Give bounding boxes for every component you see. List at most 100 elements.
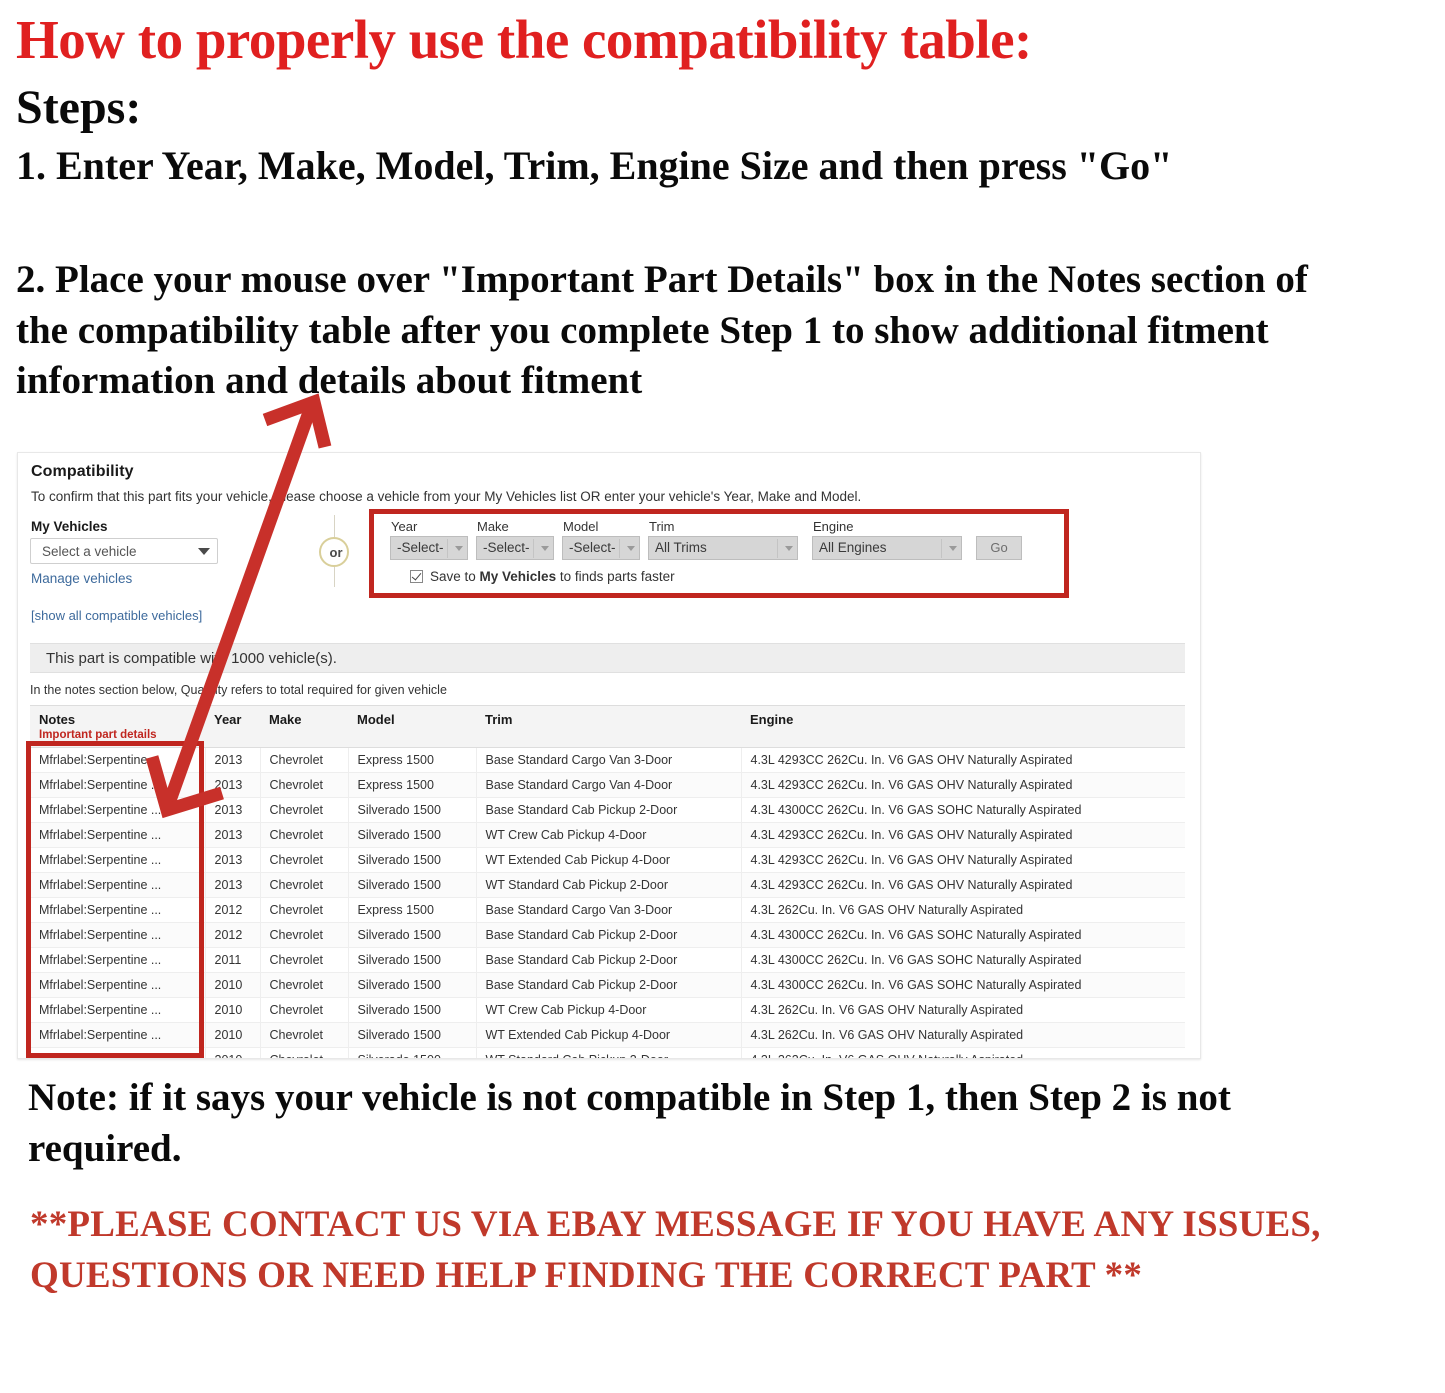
- chevron-down-icon: [949, 546, 957, 551]
- cell-notes[interactable]: Mfrlabel:Serpentine ...: [30, 997, 206, 1023]
- cell-make: Chevrolet: [260, 897, 349, 923]
- cell-engine: 4.3L 4293CC 262Cu. In. V6 GAS OHV Natura…: [741, 822, 1185, 848]
- cell-year: 2013: [205, 872, 261, 898]
- table-row: Mfrlabel:Serpentine ...2010ChevroletSilv…: [30, 1022, 1185, 1048]
- model-label: Model: [563, 519, 599, 534]
- cell-model: Express 1500: [348, 772, 477, 798]
- column-header-year[interactable]: Year: [205, 705, 260, 748]
- cell-trim: Base Standard Cab Pickup 2-Door: [476, 797, 742, 823]
- cell-notes[interactable]: Mfrlabel:Serpentine ...: [30, 747, 206, 773]
- save-checkbox-label: Save to My Vehicles to finds parts faste…: [430, 569, 675, 584]
- cell-make: Chevrolet: [260, 847, 349, 873]
- table-header-row: Notes Important part details Year Make M…: [30, 705, 1185, 748]
- cell-make: Chevrolet: [260, 872, 349, 898]
- chevron-down-icon: [455, 546, 463, 551]
- table-row: Mfrlabel:Serpentine ... 2013 Chevrolet Expr…: [30, 772, 1185, 798]
- cell-model: Express 1500: [348, 897, 477, 923]
- manage-vehicles-link[interactable]: Manage vehicles: [31, 571, 132, 586]
- cell-model: Silverado 1500: [348, 797, 477, 823]
- cell-model: Silverado 1500: [348, 1022, 477, 1048]
- cell-year: 2013: [205, 747, 261, 773]
- year-select[interactable]: -Select-: [390, 536, 468, 560]
- cell-make: Chevrolet: [260, 822, 349, 848]
- note-text: Note: if it says your vehicle is not com…: [28, 1076, 1231, 1171]
- engine-select[interactable]: All Engines: [812, 536, 962, 560]
- cell-make: Chevrolet: [260, 972, 349, 998]
- cell-year: 2013: [205, 822, 261, 848]
- cell-trim: Base Standard Cab Pickup 2-Door: [476, 922, 742, 948]
- cell-engine: 4.3L 4300CC 262Cu. In. V6 GAS SOHC Natur…: [741, 922, 1185, 948]
- cell-year: 2013: [205, 847, 261, 873]
- cell-make: Chevrolet: [260, 772, 349, 798]
- cell-engine: 4.3L 262Cu. In. V6 GAS OHV Naturally Asp…: [741, 897, 1185, 923]
- cell-engine: 4.3L 4293CC 262Cu. In. V6 GAS OHV Natura…: [741, 772, 1185, 798]
- model-select[interactable]: -Select-: [562, 536, 640, 560]
- column-header-make[interactable]: Make: [260, 705, 348, 748]
- cell-year: 2013: [205, 772, 261, 798]
- cell-model: Silverado 1500: [348, 922, 477, 948]
- cell-engine: 4.3L 262Cu. In. V6 GAS OHV Naturally Asp…: [741, 1047, 1185, 1058]
- trim-value: All Trims: [655, 540, 707, 555]
- column-header-model[interactable]: Model: [348, 705, 476, 748]
- save-checkbox[interactable]: [410, 570, 423, 583]
- or-circle: or: [319, 537, 349, 567]
- cell-notes[interactable]: Mfrlabel:Serpentine ...: [30, 972, 206, 998]
- cell-model: Silverado 1500: [348, 872, 477, 898]
- vehicle-select-dropdown[interactable]: Select a vehicle: [30, 538, 218, 564]
- cell-trim: Base Standard Cargo Van 4-Door: [476, 772, 742, 798]
- year-value: -Select-: [397, 540, 444, 555]
- quantity-note: In the notes section below, Quantity ref…: [30, 683, 447, 697]
- vehicle-select-value: Select a vehicle: [42, 544, 137, 559]
- engine-label: Engine: [813, 519, 854, 534]
- cell-engine: 4.3L 4293CC 262Cu. In. V6 GAS OHV Natura…: [741, 747, 1185, 773]
- compatibility-subtitle: To confirm that this part fits your vehi…: [31, 489, 862, 504]
- cell-notes[interactable]: Mfrlabel:Serpentine ...: [30, 797, 206, 823]
- go-button[interactable]: Go: [976, 536, 1022, 560]
- table-row: Mfrlabel:Serpentine ...2010ChevroletSilv…: [30, 997, 1185, 1023]
- cell-notes[interactable]: Mfrlabel:Serpentine ...: [30, 922, 206, 948]
- show-all-compatible-vehicles-link[interactable]: [show all compatible vehicles]: [31, 608, 202, 623]
- compatibility-panel: Compatibility To confirm that this part …: [17, 452, 1201, 1059]
- chevron-down-icon: [198, 548, 210, 555]
- cell-notes[interactable]: Mfrlabel:Serpentine ...: [30, 1022, 206, 1048]
- cell-notes[interactable]: Mfrlabel:Serpentine ...: [30, 897, 206, 923]
- make-select[interactable]: -Select-: [476, 536, 554, 560]
- important-part-details-label: Important part details: [39, 729, 157, 741]
- trim-select[interactable]: All Trims: [648, 536, 798, 560]
- cell-trim: WT Extended Cab Pickup 4-Door: [476, 847, 742, 873]
- table-row: Mfrlabel:Serpentine ...2010ChevroletSilv…: [30, 1047, 1185, 1058]
- cell-notes[interactable]: Mfrlabel:Serpentine ...: [30, 847, 206, 873]
- compatibility-heading: Compatibility: [31, 463, 134, 480]
- column-header-trim[interactable]: Trim: [476, 705, 741, 748]
- table-row: Mfrlabel:Serpentine ... 2013 Chevrolet Expr…: [30, 747, 1185, 773]
- cell-trim: WT Extended Cab Pickup 4-Door: [476, 1022, 742, 1048]
- or-label: or: [329, 545, 343, 560]
- column-header-notes[interactable]: Notes Important part details: [30, 705, 205, 748]
- table-row: Mfrlabel:Serpentine ... 2011 Chevrolet Silv…: [30, 947, 1185, 973]
- cell-engine: 4.3L 4300CC 262Cu. In. V6 GAS SOHC Natur…: [741, 947, 1185, 973]
- cell-notes[interactable]: Mfrlabel:Serpentine ...: [30, 1047, 206, 1058]
- cell-make: Chevrolet: [260, 1047, 349, 1058]
- cell-trim: Base Standard Cab Pickup 2-Door: [476, 972, 742, 998]
- table-row: Mfrlabel:Serpentine ... 2013 Chevrolet Silv…: [30, 872, 1185, 898]
- make-separator: [533, 539, 534, 558]
- cell-model: Silverado 1500: [348, 822, 477, 848]
- table-body: Mfrlabel:Serpentine ... 2013 Chevrolet Expr…: [30, 747, 1185, 1058]
- cell-notes[interactable]: Mfrlabel:Serpentine ...: [30, 872, 206, 898]
- year-label: Year: [391, 519, 418, 534]
- save-text-bold: My Vehicles: [479, 569, 557, 584]
- cell-year: 2010: [205, 1047, 261, 1058]
- compatible-count-text: This part is compatible with 1000 vehicl…: [46, 650, 337, 667]
- cell-trim: WT Crew Cab Pickup 4-Door: [476, 822, 742, 848]
- column-header-engine[interactable]: Engine: [741, 705, 1185, 748]
- cell-notes[interactable]: Mfrlabel:Serpentine ...: [30, 822, 206, 848]
- cell-make: Chevrolet: [260, 947, 349, 973]
- contact-us-text: **PLEASE CONTACT US VIA EBAY MESSAGE IF …: [30, 1204, 1321, 1296]
- cell-trim: WT Crew Cab Pickup 4-Door: [476, 997, 742, 1023]
- cell-notes[interactable]: Mfrlabel:Serpentine ...: [30, 947, 206, 973]
- chevron-down-icon: [785, 546, 793, 551]
- make-label: Make: [477, 519, 509, 534]
- cell-notes[interactable]: Mfrlabel:Serpentine ...: [30, 772, 206, 798]
- cell-trim: WT Standard Cab Pickup 2-Door: [476, 872, 742, 898]
- page-title: How to properly use the compatibility ta…: [16, 9, 1032, 70]
